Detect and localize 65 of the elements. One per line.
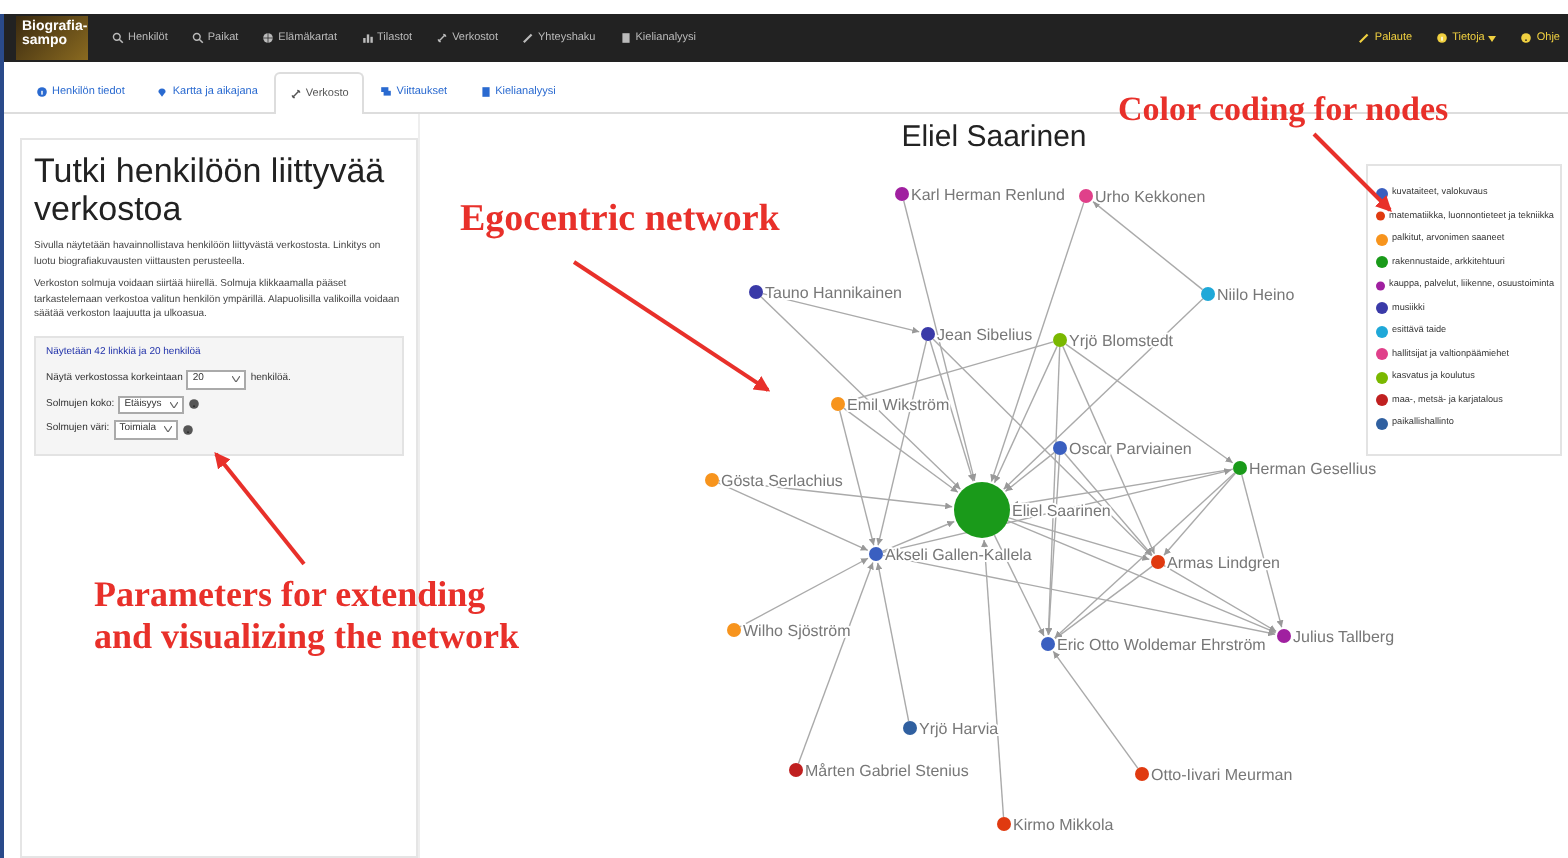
network-node[interactable]: [1201, 287, 1215, 301]
caret-icon: [169, 401, 178, 408]
network-node[interactable]: [954, 482, 1010, 538]
network-node[interactable]: [1233, 461, 1247, 475]
book-icon: [619, 32, 632, 44]
help-icon: [1520, 32, 1533, 44]
info-icon: [1436, 32, 1449, 44]
annotation-text: Parameters for extending and visualizing the network: [94, 574, 520, 657]
network-node[interactable]: [831, 397, 845, 411]
network-node[interactable]: [903, 721, 917, 735]
annotation-arrow: [1312, 132, 1392, 212]
node-label: Oscar Parviainen: [1069, 440, 1192, 458]
network-node[interactable]: [1135, 767, 1149, 781]
network-node[interactable]: [1079, 189, 1093, 203]
network-node[interactable]: [705, 473, 719, 487]
link-icon: [436, 32, 449, 44]
panel-title: Tutki henkilöön liittyvää verkostoa: [34, 152, 387, 228]
network-node[interactable]: [895, 187, 909, 201]
node-label: Akseli Gallen-Kallela: [885, 546, 1032, 564]
network-node[interactable]: [789, 763, 803, 777]
speech-bubbles-icon: [380, 85, 393, 98]
search-icon: [112, 32, 124, 44]
network-node[interactable]: [997, 817, 1011, 831]
node-label: Herman Gesellius: [1249, 460, 1377, 478]
network-node[interactable]: [1053, 441, 1067, 455]
annotation-text: Color coding for nodes: [1118, 90, 1449, 130]
node-label: Armas Lindgren: [1167, 554, 1280, 572]
node-label: Karl Herman Renlund: [911, 186, 1065, 204]
node-label: Tauno Hannikainen: [765, 284, 902, 302]
node-label: Urho Kekkonen: [1095, 188, 1206, 206]
node-label: Eliel Saarinen: [1012, 502, 1111, 520]
node-label: Emil Wikström: [847, 396, 950, 414]
bar-chart-icon: [361, 32, 374, 44]
book-icon: [479, 85, 492, 98]
node-label: Kirmo Mikkola: [1013, 816, 1114, 834]
network-node[interactable]: [1053, 333, 1067, 347]
annotation-text: Egocentric network: [460, 198, 780, 242]
caret-icon: [164, 426, 173, 433]
network-node[interactable]: [1151, 555, 1165, 569]
person-title: Eliel Saarinen: [899, 118, 1089, 158]
caret-icon: [232, 376, 241, 383]
network-node[interactable]: [1041, 637, 1055, 651]
node-label: Niilo Heino: [1217, 286, 1295, 304]
info-icon: [36, 85, 48, 98]
pencil-icon: [1358, 32, 1371, 44]
node-label: Eric Otto Woldemar Ehrström: [1057, 636, 1266, 654]
globe-icon: [262, 32, 275, 44]
node-label: Julius Tallberg: [1293, 628, 1395, 646]
network-node[interactable]: [727, 623, 741, 637]
network-node[interactable]: [749, 285, 763, 299]
node-label: Otto-Iivari Meurman: [1151, 766, 1293, 784]
network-node[interactable]: [921, 327, 935, 341]
link-icon: [289, 87, 302, 100]
node-label: Yrjö Harvia: [919, 720, 999, 738]
edge-arrow: [1092, 200, 1204, 291]
search-icon: [191, 32, 204, 44]
node-label: Wilho Sjöström: [743, 622, 851, 640]
network-node[interactable]: [1277, 629, 1291, 643]
node-label: Mårten Gabriel Stenius: [805, 762, 969, 780]
network-node[interactable]: [869, 547, 883, 561]
edge-arrow: [1052, 650, 1139, 770]
pencil-icon: [522, 32, 534, 44]
annotation-arrow: [214, 451, 306, 566]
map-pin-icon: [156, 85, 169, 98]
node-label: Jean Sibelius: [937, 326, 1033, 344]
